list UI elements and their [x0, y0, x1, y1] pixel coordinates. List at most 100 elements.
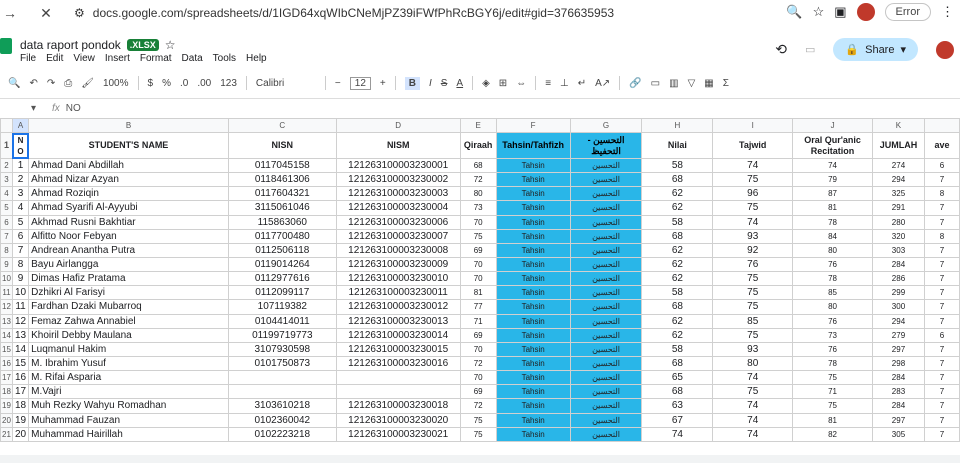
- font-select[interactable]: Calibri: [256, 78, 316, 89]
- cell-tajwid[interactable]: 75: [712, 200, 794, 216]
- cell-oral[interactable]: 79: [792, 172, 873, 188]
- cell-arabic[interactable]: التحسين: [569, 256, 643, 273]
- menu-edit[interactable]: Edit: [46, 53, 63, 64]
- cell-arabic[interactable]: التحسين: [569, 398, 643, 414]
- cell-nism[interactable]: 121263100003230007: [335, 228, 461, 244]
- cell-no[interactable]: 13: [11, 327, 30, 343]
- cell-arabic[interactable]: التحسين: [569, 341, 643, 357]
- cell-ave[interactable]: 7: [923, 412, 960, 428]
- account-avatar[interactable]: [936, 40, 954, 59]
- cell-arabic[interactable]: التحسين: [569, 370, 643, 386]
- row-header[interactable]: 8: [0, 242, 13, 258]
- cell-no[interactable]: 8: [11, 256, 30, 273]
- cell-qiraah[interactable]: 77: [459, 299, 497, 315]
- forward-icon[interactable]: →: [0, 5, 20, 21]
- cell-arabic[interactable]: التحسين: [569, 186, 643, 202]
- cell-nism[interactable]: 121263100003230013: [335, 313, 461, 329]
- cell-qiraah[interactable]: 72: [459, 172, 497, 188]
- cell-ave[interactable]: 7: [923, 384, 960, 400]
- cell-name[interactable]: Alfitto Noor Febyan: [28, 228, 229, 244]
- cell-oral[interactable]: 87: [792, 186, 873, 202]
- cell-ave[interactable]: 7: [923, 341, 960, 357]
- cell-name[interactable]: Ahmad Roziqin: [28, 186, 229, 202]
- cell-no[interactable]: 2: [11, 172, 30, 188]
- cell-nilai[interactable]: 58: [641, 341, 714, 357]
- cell-name[interactable]: Ahmad Dani Abdillah: [28, 157, 229, 174]
- cell-nisn[interactable]: [227, 370, 337, 386]
- header-no[interactable]: N O: [11, 132, 30, 159]
- cell-oral[interactable]: 74: [792, 157, 873, 174]
- cell-jumlah[interactable]: 284: [872, 370, 925, 386]
- cell-qiraah[interactable]: 70: [459, 370, 497, 386]
- cell-nism[interactable]: 121263100003230012: [335, 299, 461, 315]
- column-header[interactable]: H: [641, 118, 714, 133]
- cell-tahsin[interactable]: Tahsin: [495, 200, 571, 216]
- row-header[interactable]: 14: [0, 327, 13, 343]
- cell-ave[interactable]: 7: [923, 355, 960, 372]
- cell-tahsin[interactable]: Tahsin: [495, 157, 571, 174]
- cell-name[interactable]: M. Ibrahim Yusuf: [28, 355, 229, 372]
- cell-jumlah[interactable]: 280: [872, 214, 925, 230]
- cell-nism[interactable]: 121263100003230008: [335, 242, 461, 258]
- cell-no[interactable]: 11: [11, 299, 30, 315]
- cell-name[interactable]: Andrean Anantha Putra: [28, 242, 229, 258]
- cell-name[interactable]: Bayu Airlangga: [28, 256, 229, 273]
- cell-ave[interactable]: 7: [923, 271, 960, 287]
- row-header[interactable]: 1: [0, 132, 13, 159]
- header-name[interactable]: STUDENT'S NAME: [28, 132, 229, 159]
- cell-no[interactable]: 18: [11, 398, 30, 414]
- row-header[interactable]: 2: [0, 157, 13, 174]
- cell-no[interactable]: 4: [11, 200, 30, 216]
- cell-arabic[interactable]: التحسين: [569, 313, 643, 329]
- cell-arabic[interactable]: التحسين: [569, 157, 643, 174]
- cell-nism[interactable]: 121263100003230006: [335, 214, 461, 230]
- cell-jumlah[interactable]: 274: [872, 157, 925, 174]
- cell-tajwid[interactable]: 74: [712, 426, 794, 442]
- header-tahsin[interactable]: Tahsin/Tahfizh: [495, 132, 571, 159]
- cell-oral[interactable]: 81: [792, 200, 873, 216]
- column-header[interactable]: K: [872, 118, 925, 133]
- cell-nilai[interactable]: 62: [641, 256, 714, 273]
- cell-oral[interactable]: 78: [792, 271, 873, 287]
- cell-jumlah[interactable]: 294: [872, 313, 925, 329]
- cell-no[interactable]: 19: [11, 412, 30, 428]
- zoom-select[interactable]: 100%: [103, 78, 129, 89]
- cell-no[interactable]: 16: [11, 370, 30, 386]
- cell-nilai[interactable]: 65: [641, 370, 714, 386]
- cell-no[interactable]: 1: [11, 157, 30, 174]
- cell-nism[interactable]: 121263100003230014: [335, 327, 461, 343]
- cell-nisn[interactable]: 115863060: [227, 214, 337, 230]
- cell-name[interactable]: Muh Rezky Wahyu Romadhan: [28, 398, 229, 414]
- cell-nisn[interactable]: 0112099117: [227, 285, 337, 301]
- header-tajwid[interactable]: Tajwid: [712, 132, 794, 159]
- cell-jumlah[interactable]: 284: [872, 398, 925, 414]
- cell-nism[interactable]: [335, 384, 461, 400]
- name-box[interactable]: ▾: [0, 103, 44, 114]
- cell-qiraah[interactable]: 72: [459, 355, 497, 372]
- cell-qiraah[interactable]: 70: [459, 271, 497, 287]
- cell-arabic[interactable]: التحسين: [569, 200, 643, 216]
- cell-oral[interactable]: 71: [792, 384, 873, 400]
- wrap-icon[interactable]: ↵: [578, 78, 586, 89]
- cell-tahsin[interactable]: Tahsin: [495, 355, 571, 372]
- cell-nisn[interactable]: 0118461306: [227, 172, 337, 188]
- cell-oral[interactable]: 73: [792, 327, 873, 343]
- cell-qiraah[interactable]: 81: [459, 285, 497, 301]
- cell-no[interactable]: 17: [11, 384, 30, 400]
- star-icon[interactable]: ☆: [165, 38, 176, 52]
- cell-oral[interactable]: 80: [792, 299, 873, 315]
- column-header[interactable]: C: [227, 118, 337, 133]
- cell-oral[interactable]: 75: [792, 398, 873, 414]
- column-header[interactable]: E: [459, 118, 497, 133]
- cell-tajwid[interactable]: 96: [712, 186, 794, 202]
- cell-qiraah[interactable]: 75: [459, 426, 497, 442]
- cell-tahsin[interactable]: Tahsin: [495, 285, 571, 301]
- row-header[interactable]: 6: [0, 214, 13, 230]
- cell-qiraah[interactable]: 73: [459, 200, 497, 216]
- font-size-increase-icon[interactable]: +: [380, 78, 386, 89]
- cell-ave[interactable]: 7: [923, 370, 960, 386]
- filter-icon[interactable]: ▽: [688, 78, 696, 89]
- history-icon[interactable]: ⟲: [775, 41, 787, 58]
- cell-nilai[interactable]: 62: [641, 242, 714, 258]
- cell-ave[interactable]: 8: [923, 186, 960, 202]
